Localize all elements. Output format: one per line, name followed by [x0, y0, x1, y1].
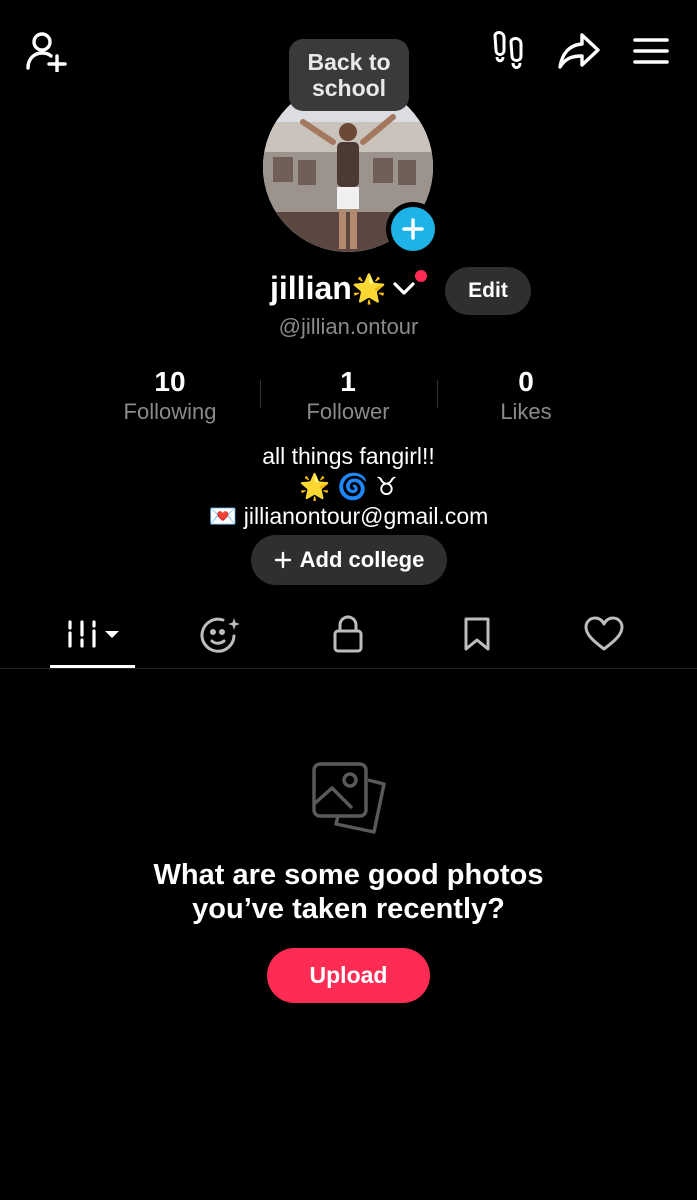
grid-dropdown-icon	[68, 620, 119, 648]
lock-icon	[333, 615, 363, 653]
stat-divider	[260, 380, 261, 408]
tab-private[interactable]	[303, 608, 393, 660]
tab-saved[interactable]	[432, 608, 522, 660]
stat-divider	[437, 380, 438, 408]
stat-label: Following	[123, 399, 217, 424]
bio-line: all things fangirl!!	[262, 443, 435, 469]
plus-icon	[274, 551, 291, 569]
add-story-button[interactable]	[386, 202, 440, 256]
stat-following[interactable]: 10 Following	[90, 366, 250, 426]
stat-value: 10	[154, 366, 186, 397]
sparkle-face-icon	[200, 617, 240, 653]
add-friend-button[interactable]	[20, 28, 72, 74]
status-bubble[interactable]: Back to school	[289, 39, 409, 111]
bookmark-icon	[464, 617, 490, 651]
bio-emojis: 🌟 🌀 ♉	[299, 473, 398, 501]
tab-liked[interactable]	[559, 608, 649, 660]
tab-divider	[0, 668, 697, 669]
add-college-button[interactable]: Add college	[251, 535, 447, 585]
add-college-label: Add college	[299, 547, 425, 572]
heart-icon	[584, 616, 624, 651]
stat-label: Follower	[306, 399, 390, 424]
plus-icon	[402, 218, 424, 240]
menu-button[interactable]	[628, 30, 674, 72]
display-name: jillian	[270, 270, 352, 306]
tab-grid[interactable]	[48, 608, 138, 660]
stat-value: 0	[518, 366, 534, 397]
name-emoji: 🌟	[351, 273, 387, 304]
bio-email: jillianontour@gmail.com	[243, 503, 489, 529]
person-plus-icon	[26, 32, 67, 72]
footprints-button[interactable]	[486, 28, 532, 74]
footprints-icon	[493, 31, 523, 69]
share-button[interactable]	[555, 28, 603, 74]
upload-button[interactable]: Upload	[267, 948, 430, 1003]
stat-likes[interactable]: 0 Likes	[446, 366, 606, 426]
bio-email-line[interactable]: 💌 jillianontour@gmail.com	[0, 503, 697, 530]
profile-handle: @jillian.ontour	[278, 314, 419, 339]
stat-followers[interactable]: 1 Follower	[268, 366, 428, 426]
tab-reposts[interactable]	[176, 608, 266, 660]
empty-state-title: What are some good photos you’ve taken r…	[153, 859, 544, 925]
stat-label: Likes	[500, 399, 552, 424]
notification-dot	[415, 270, 427, 282]
envelope-emoji: 💌	[208, 503, 238, 529]
edit-profile-button[interactable]: Edit	[445, 267, 531, 315]
stat-value: 1	[340, 366, 356, 397]
username-switcher[interactable]: jillian 🌟	[270, 270, 415, 307]
hamburger-menu-icon	[633, 38, 669, 64]
share-arrow-icon	[558, 33, 600, 69]
chevron-down-icon	[393, 281, 415, 295]
photos-stack-icon	[308, 758, 390, 838]
